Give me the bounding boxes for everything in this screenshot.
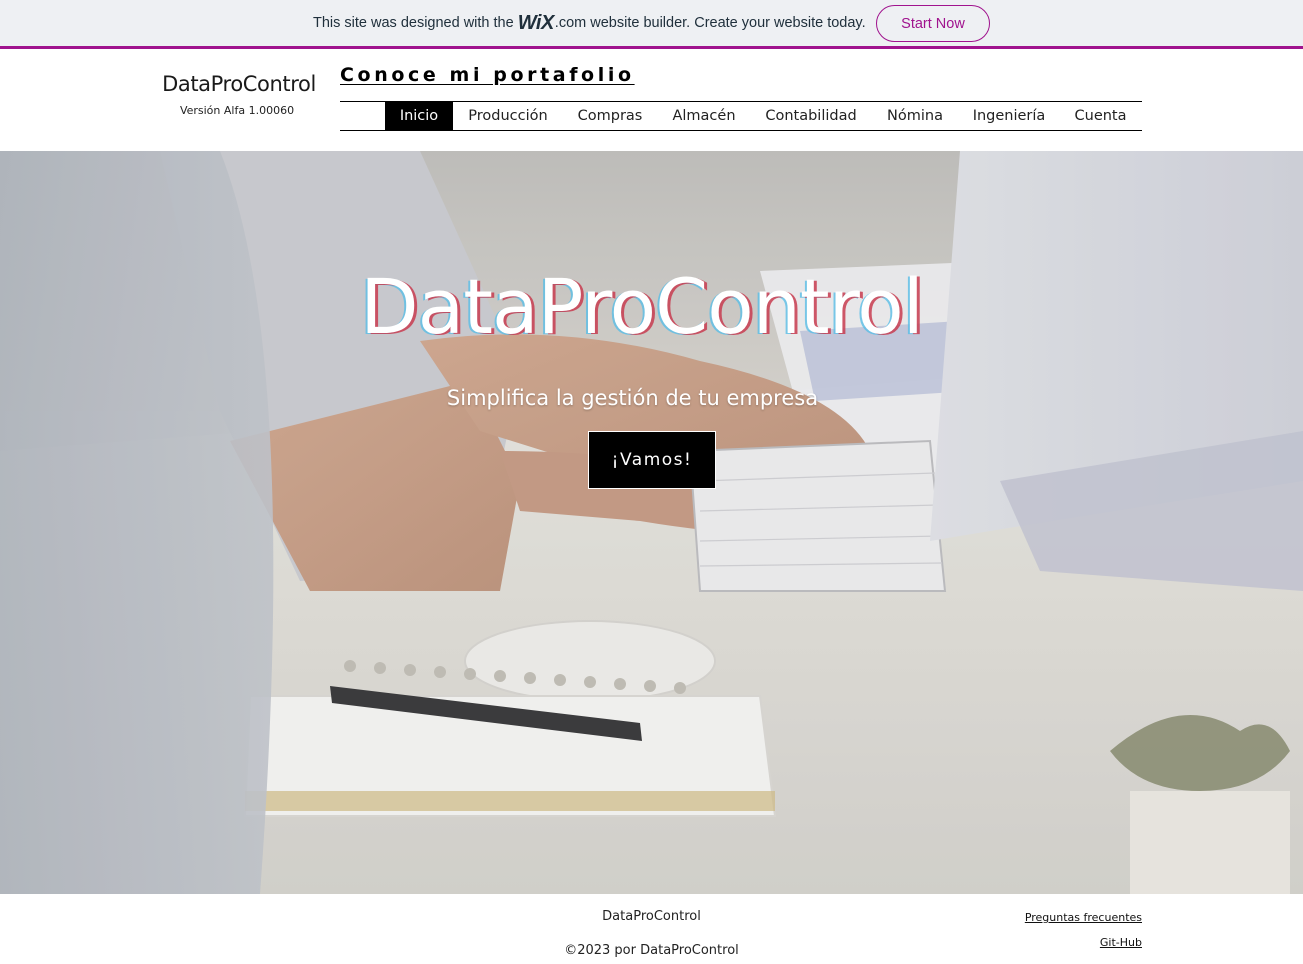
nav-item-produccion[interactable]: Producción	[453, 102, 563, 130]
wix-banner-text-after: .com website builder. Create your websit…	[554, 15, 866, 31]
nav-item-nomina[interactable]: Nómina	[871, 102, 959, 130]
hero-subtitle: Simplifica la gestión de tu empresa	[446, 386, 819, 410]
nav-item-compras[interactable]: Compras	[563, 102, 657, 130]
footer-link-faq[interactable]: Preguntas frecuentes	[1025, 911, 1142, 924]
hero-section: DataProControl Simplifica la gestión de …	[0, 151, 1303, 894]
nav-item-almacen[interactable]: Almacén	[657, 102, 751, 130]
nav-item-contabilidad[interactable]: Contabilidad	[751, 102, 871, 130]
start-now-button[interactable]: Start Now	[876, 5, 990, 42]
vamos-button[interactable]: ¡Vamos!	[588, 431, 716, 489]
site-version: Versión Alfa 1.00060	[179, 104, 295, 117]
hero-title: DataProControl	[360, 262, 924, 351]
nav-item-ingenieria[interactable]: Ingeniería	[959, 102, 1059, 130]
site-title[interactable]: DataProControl	[150, 72, 328, 96]
portfolio-link[interactable]: Conoce mi portafolio	[340, 64, 635, 86]
nav-item-inicio[interactable]: Inicio	[385, 102, 453, 130]
nav-item-cuenta[interactable]: Cuenta	[1059, 102, 1142, 130]
wix-banner-text-before: This site was designed with the	[313, 15, 514, 31]
footer-link-github[interactable]: Git-Hub	[1100, 936, 1142, 949]
wix-banner-text: This site was designed with the WiX .com…	[313, 0, 870, 46]
main-nav: Inicio Producción Compras Almacén Contab…	[340, 101, 1142, 131]
wix-promo-banner: This site was designed with the WiX .com…	[0, 0, 1303, 49]
wix-logo: WiX	[517, 11, 555, 34]
